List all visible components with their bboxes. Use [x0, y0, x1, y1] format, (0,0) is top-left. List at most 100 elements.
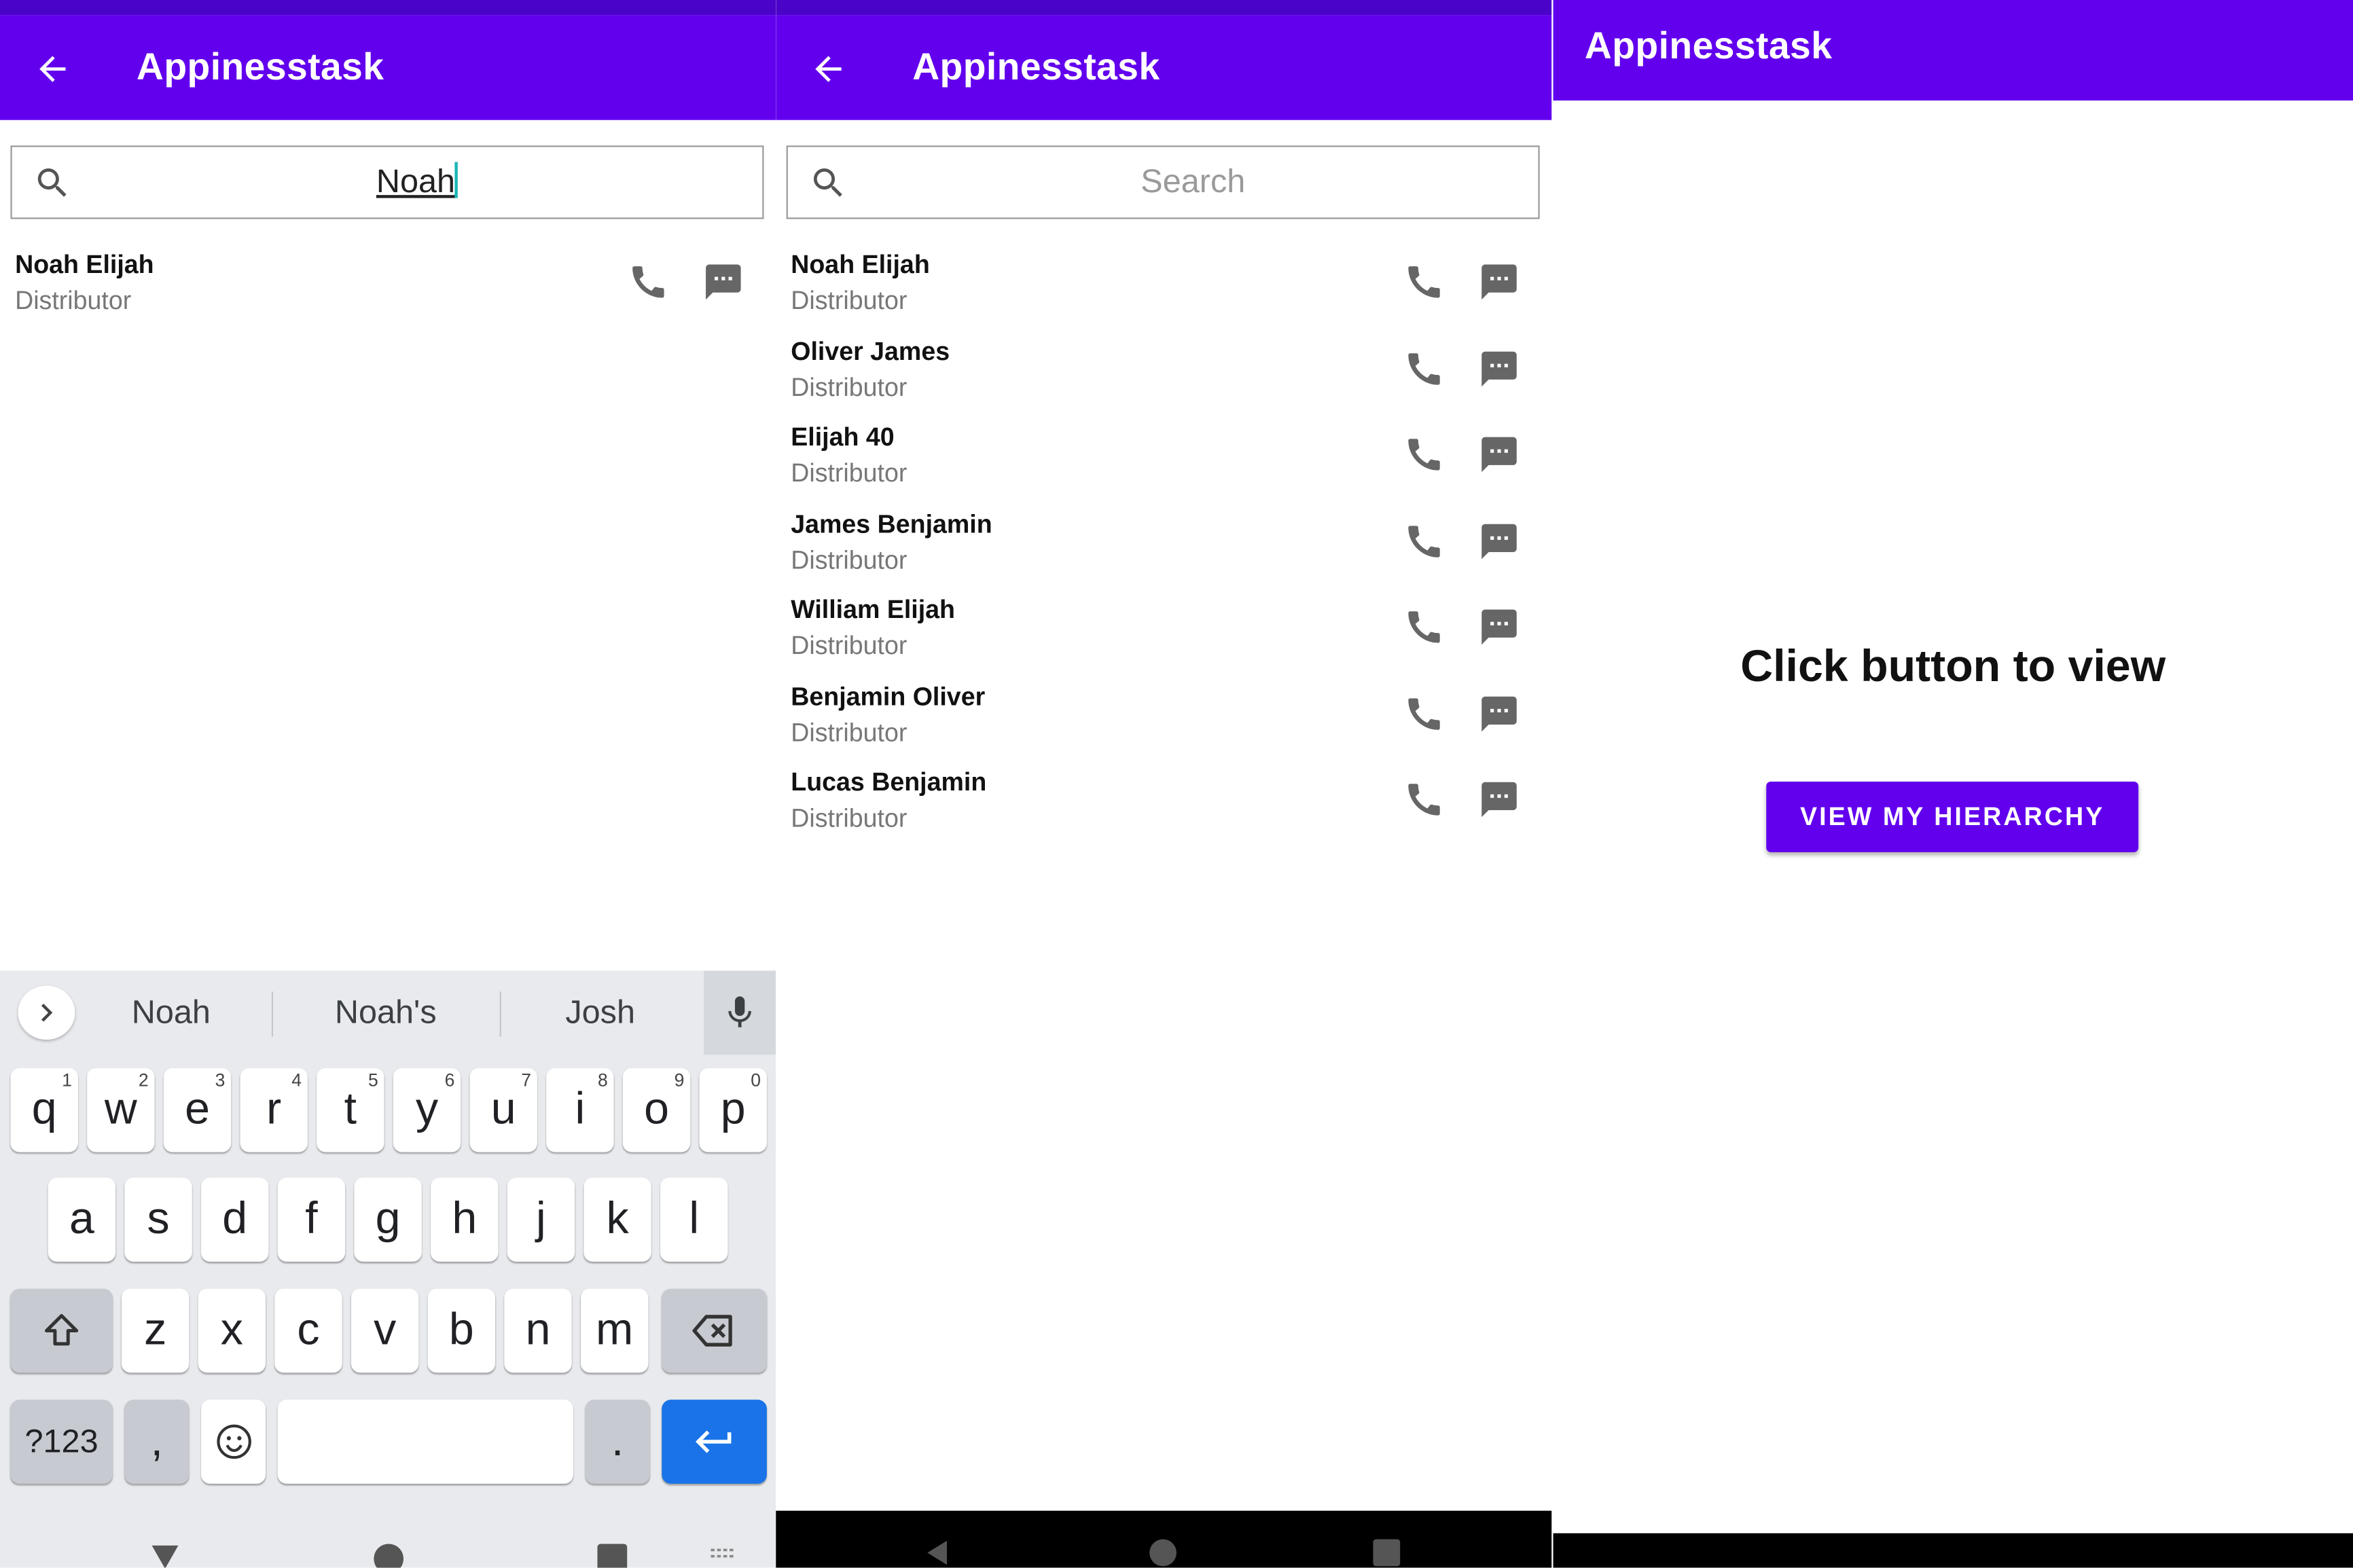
suggestions-expand-button[interactable] [18, 985, 75, 1040]
message-icon[interactable] [1478, 693, 1520, 735]
suggestion-2[interactable]: Noah's [293, 993, 479, 1032]
message-icon[interactable] [1478, 779, 1520, 821]
symbols-key[interactable]: ?123 [10, 1400, 113, 1484]
key-d[interactable]: d [201, 1178, 269, 1262]
key-s[interactable]: s [124, 1178, 192, 1262]
contact-role: Distributor [791, 804, 908, 833]
search-icon [813, 168, 842, 197]
message-icon[interactable] [1478, 433, 1520, 475]
suggestion-3[interactable]: Josh [522, 993, 679, 1032]
contact-role: Distributor [791, 546, 908, 575]
key-hint: 0 [751, 1070, 761, 1091]
key-j[interactable]: j [507, 1178, 575, 1262]
key-x[interactable]: x [198, 1288, 266, 1373]
contact-row[interactable]: William Elijah Distributor [776, 591, 1551, 675]
key-p[interactable]: p0 [699, 1068, 767, 1152]
key-b[interactable]: b [427, 1288, 496, 1373]
contact-row[interactable]: Noah Elijah Distributor [776, 246, 1551, 330]
period-key[interactable]: . [585, 1400, 650, 1484]
phone-icon[interactable] [1403, 348, 1445, 390]
contact-role: Distributor [791, 632, 908, 661]
phone-icon[interactable] [1403, 779, 1445, 821]
enter-key[interactable] [662, 1400, 767, 1484]
key-t[interactable]: t5 [317, 1068, 384, 1152]
backspace-key[interactable] [662, 1288, 767, 1373]
key-label: x [220, 1305, 243, 1355]
page-heading: Click button to view [1740, 642, 2166, 692]
message-icon[interactable] [1478, 348, 1520, 390]
nav-home-icon[interactable] [1148, 1537, 1178, 1567]
contact-row[interactable]: Elijah 40 Distributor [776, 418, 1551, 503]
app-title: Appinesstask [137, 46, 384, 89]
key-label: a [69, 1194, 94, 1244]
home-icon[interactable] [372, 1542, 406, 1568]
message-icon[interactable] [1478, 521, 1520, 563]
key-h[interactable]: h [431, 1178, 499, 1262]
spacebar-key[interactable] [277, 1400, 573, 1484]
message-icon[interactable] [1478, 261, 1520, 303]
key-y[interactable]: y6 [393, 1068, 461, 1152]
contact-name: Benjamin Oliver [791, 682, 986, 712]
message-icon[interactable] [702, 261, 744, 303]
key-a[interactable]: a [48, 1178, 116, 1262]
nav-back-icon[interactable] [923, 1537, 953, 1567]
key-c[interactable]: c [274, 1288, 342, 1373]
back-arrow-icon[interactable] [809, 50, 848, 88]
view-hierarchy-button[interactable]: VIEW MY HIERARCHY [1766, 781, 2139, 852]
key-label: r [266, 1084, 282, 1135]
divider [499, 991, 501, 1037]
system-nav-bar [776, 1510, 1552, 1568]
key-n[interactable]: n [504, 1288, 572, 1373]
app-title: Appinesstask [912, 46, 1160, 89]
key-i[interactable]: i8 [546, 1068, 614, 1152]
contact-row[interactable]: Oliver James Distributor [776, 333, 1551, 417]
key-k[interactable]: k [583, 1178, 651, 1262]
search-icon [37, 168, 67, 197]
phone-icon[interactable] [627, 261, 669, 303]
shift-key[interactable] [10, 1288, 113, 1373]
comma-key[interactable]: , [124, 1400, 190, 1484]
key-e[interactable]: e3 [163, 1068, 232, 1152]
key-v[interactable]: v [351, 1288, 419, 1373]
key-z[interactable]: z [121, 1288, 190, 1373]
key-r[interactable]: r4 [240, 1068, 308, 1152]
key-u[interactable]: u7 [469, 1068, 537, 1152]
key-label: m [596, 1305, 634, 1355]
on-screen-keyboard: Noah Noah's Josh q1 w2 e3 r4 t5 y6 u7 i8… [0, 970, 776, 1568]
phone-icon[interactable] [1403, 693, 1445, 735]
voice-input-button[interactable] [704, 970, 776, 1055]
key-m[interactable]: m [580, 1288, 649, 1373]
phone-icon[interactable] [1403, 261, 1445, 303]
search-input[interactable]: Noah [10, 145, 764, 219]
key-o[interactable]: o9 [622, 1068, 691, 1152]
back-arrow-icon[interactable] [33, 50, 72, 88]
contact-row[interactable]: Lucas Benjamin Distributor [776, 763, 1551, 847]
key-hint: 7 [521, 1070, 532, 1091]
emoji-key[interactable] [201, 1400, 266, 1484]
search-input[interactable]: Search [786, 145, 1540, 219]
key-hint: 3 [215, 1070, 226, 1091]
phone-icon[interactable] [1403, 521, 1445, 563]
message-icon[interactable] [1478, 606, 1520, 649]
screenshot-collage: Appinesstask Noah Noah Elijah Distributo… [0, 0, 2353, 1568]
contact-row[interactable]: Noah Elijah Distributor [0, 246, 776, 330]
hide-keyboard-icon[interactable] [149, 1542, 182, 1568]
keyboard-switch-icon[interactable] [705, 1544, 741, 1567]
key-g[interactable]: g [354, 1178, 422, 1262]
key-w[interactable]: w2 [87, 1068, 155, 1152]
phone-icon[interactable] [1403, 606, 1445, 649]
nav-recents-icon[interactable] [1371, 1537, 1401, 1567]
key-f[interactable]: f [277, 1178, 346, 1262]
contact-name: Noah Elijah [15, 250, 154, 279]
contact-row[interactable]: James Benjamin Distributor [776, 506, 1551, 590]
key-q[interactable]: q1 [10, 1068, 78, 1152]
phone-icon[interactable] [1403, 433, 1445, 475]
key-label: f [305, 1194, 318, 1244]
contact-name: Oliver James [791, 338, 950, 367]
key-label: . [611, 1416, 624, 1466]
contact-role: Distributor [791, 459, 908, 488]
suggestion-1[interactable]: Noah [93, 993, 249, 1032]
contact-row[interactable]: Benjamin Oliver Distributor [776, 678, 1551, 763]
key-l[interactable]: l [660, 1178, 728, 1262]
recents-icon[interactable] [596, 1542, 629, 1568]
